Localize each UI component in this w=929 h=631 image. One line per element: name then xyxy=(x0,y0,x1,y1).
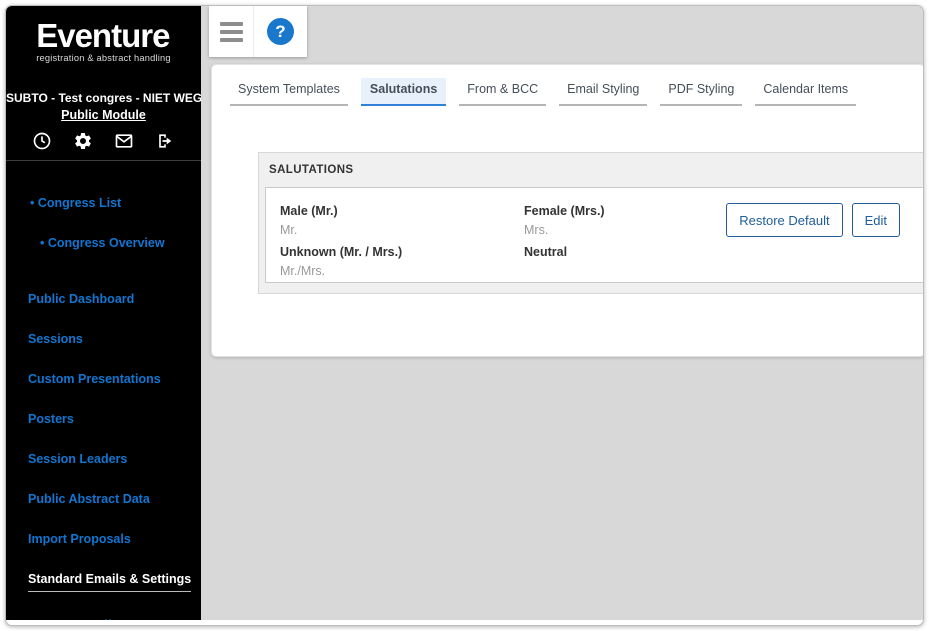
content-card: System Templates Salutations From & BCC … xyxy=(211,64,923,357)
gear-icon[interactable] xyxy=(73,131,93,151)
congress-title: SUBTO - Test congres - NIET WEG... xyxy=(6,91,201,105)
field-unknown: Unknown (Mr. / Mrs.) Mr./Mrs. xyxy=(280,243,524,281)
field-label: Male (Mr.) xyxy=(280,204,338,218)
sidebar-item-congress-list[interactable]: Congress List xyxy=(28,196,193,210)
field-label: Female (Mrs.) xyxy=(524,204,605,218)
field-label: Unknown (Mr. / Mrs.) xyxy=(280,245,403,259)
field-value: Mrs. xyxy=(524,223,549,237)
field-female: Female (Mrs.) Mrs. xyxy=(524,202,760,240)
sidebar-item-sessions[interactable]: Sessions xyxy=(28,332,193,346)
sidebar-icon-row xyxy=(32,131,175,151)
sidebar-item-custom-presentations[interactable]: Custom Presentations xyxy=(28,372,193,386)
topbar: ? xyxy=(209,6,307,57)
app-window: Eventure registration & abstract handlin… xyxy=(5,5,924,626)
clock-icon[interactable] xyxy=(32,131,52,151)
tab-from-bcc[interactable]: From & BCC xyxy=(459,78,547,106)
public-module-link[interactable]: Public Module xyxy=(6,108,201,122)
salutations-panel: SALUTATIONS Male (Mr.) Mr. Female (Mrs.)… xyxy=(258,152,923,294)
field-male: Male (Mr.) Mr. xyxy=(280,202,524,240)
brand-tagline: registration & abstract handling xyxy=(36,53,171,63)
field-label: Neutral xyxy=(524,245,568,259)
help-icon: ? xyxy=(267,18,294,45)
field-value: Mr. xyxy=(280,223,298,237)
tab-system-templates[interactable]: System Templates xyxy=(230,78,348,106)
field-neutral: Neutral xyxy=(524,243,760,281)
tab-salutations[interactable]: Salutations xyxy=(360,78,447,106)
sidebar-item-session-leaders[interactable]: Session Leaders xyxy=(28,452,193,466)
tab-email-styling[interactable]: Email Styling xyxy=(559,78,648,106)
sidebar-item-congress-overview[interactable]: Congress Overview xyxy=(28,236,193,250)
mail-icon[interactable] xyxy=(114,131,134,151)
logout-icon[interactable] xyxy=(155,131,175,151)
sidebar: Eventure registration & abstract handlin… xyxy=(6,6,201,620)
panel-title: SALUTATIONS xyxy=(269,164,354,176)
help-button[interactable]: ? xyxy=(254,6,307,57)
panel-actions: Restore Default Edit xyxy=(726,203,900,237)
sidebar-divider xyxy=(6,160,201,161)
field-value: Mr./Mrs. xyxy=(280,264,326,278)
tab-calendar-items[interactable]: Calendar Items xyxy=(755,78,857,106)
salutation-fields: Male (Mr.) Mr. Female (Mrs.) Mrs. Unknow… xyxy=(280,202,760,281)
sidebar-item-custom-emails[interactable]: Custom Emails xyxy=(28,618,193,620)
hamburger-icon xyxy=(219,18,243,46)
sidebar-item-public-dashboard[interactable]: Public Dashboard xyxy=(28,292,193,306)
panel-body: Male (Mr.) Mr. Female (Mrs.) Mrs. Unknow… xyxy=(265,187,923,283)
sidebar-nav: Congress List Congress Overview Public D… xyxy=(28,196,193,620)
sidebar-item-standard-emails-settings[interactable]: Standard Emails & Settings xyxy=(28,572,193,592)
main-area: ? System Templates Salutations From & BC… xyxy=(201,6,923,620)
brand-name: Eventure xyxy=(36,17,170,54)
menu-button[interactable] xyxy=(209,6,253,57)
tab-pdf-styling[interactable]: PDF Styling xyxy=(660,78,743,106)
sidebar-item-public-abstract-data[interactable]: Public Abstract Data xyxy=(28,492,193,506)
sidebar-item-import-proposals[interactable]: Import Proposals xyxy=(28,532,193,546)
brand-logo: Eventure registration & abstract handlin… xyxy=(6,19,201,66)
tab-bar: System Templates Salutations From & BCC … xyxy=(230,78,869,106)
restore-default-button[interactable]: Restore Default xyxy=(726,203,843,237)
edit-button[interactable]: Edit xyxy=(851,203,900,237)
field-value xyxy=(524,262,760,281)
sidebar-item-posters[interactable]: Posters xyxy=(28,412,193,426)
